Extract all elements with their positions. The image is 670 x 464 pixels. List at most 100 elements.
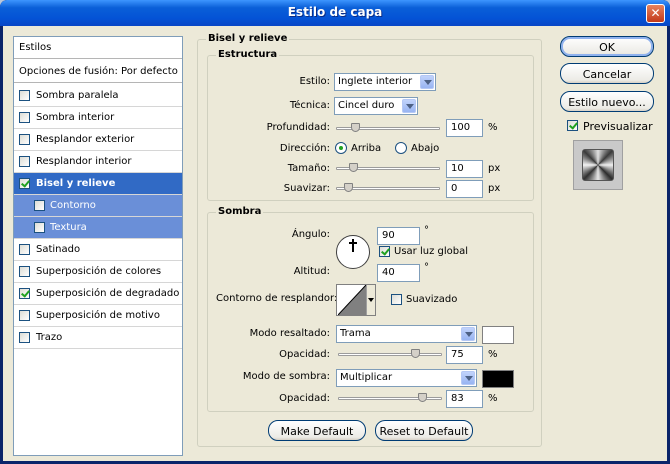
depth-label: Profundidad: bbox=[266, 122, 330, 133]
title-bar[interactable]: Estilo de capa ✕ bbox=[0, 0, 670, 26]
style-item-label: Satinado bbox=[36, 244, 81, 255]
size-unit: px bbox=[488, 163, 501, 174]
style-item[interactable]: Superposición de colores bbox=[14, 261, 182, 283]
style-item-checkbox[interactable] bbox=[34, 222, 45, 233]
style-item-checkbox[interactable] bbox=[19, 112, 30, 123]
style-item[interactable]: Contorno bbox=[14, 195, 182, 217]
chevron-down-icon bbox=[461, 371, 475, 385]
shadow-opacity-label: Opacidad: bbox=[279, 393, 330, 404]
angle-needle bbox=[352, 239, 354, 252]
style-item[interactable]: Sombra interior bbox=[14, 107, 182, 129]
soften-label: Suavizar: bbox=[283, 183, 330, 194]
contour-curve-icon bbox=[338, 285, 366, 315]
soften-input[interactable]: 0 bbox=[446, 180, 483, 198]
direction-down-radio[interactable] bbox=[395, 142, 407, 154]
chevron-down-icon bbox=[461, 327, 475, 341]
slider-thumb[interactable] bbox=[349, 163, 358, 172]
style-item[interactable]: Trazo bbox=[14, 327, 182, 349]
shadow-opacity-unit: % bbox=[488, 393, 498, 404]
global-light-label[interactable]: Usar luz global bbox=[394, 246, 468, 257]
slider-thumb[interactable] bbox=[411, 349, 420, 358]
gloss-contour-picker[interactable] bbox=[336, 284, 376, 316]
highlight-opacity-input[interactable]: 75 bbox=[446, 346, 483, 364]
shadow-opacity-slider[interactable] bbox=[338, 393, 442, 403]
style-item-label: Superposición de degradado bbox=[36, 288, 180, 299]
window-title: Estilo de capa bbox=[287, 5, 383, 19]
preview-checkbox[interactable] bbox=[567, 120, 578, 131]
style-item[interactable]: Resplandor interior bbox=[14, 151, 182, 173]
style-item-checkbox[interactable] bbox=[19, 244, 30, 255]
blending-options-item[interactable]: Opciones de fusión: Por defecto bbox=[14, 61, 182, 83]
new-style-button[interactable]: Estilo nuevo... bbox=[560, 91, 654, 112]
cancel-button[interactable]: Cancelar bbox=[560, 63, 654, 84]
style-item-label: Contorno bbox=[50, 200, 96, 211]
style-item[interactable]: Textura bbox=[14, 217, 182, 239]
altitude-input[interactable]: 40 bbox=[377, 264, 420, 282]
direction-up-label[interactable]: Arriba bbox=[351, 143, 381, 154]
size-input[interactable]: 10 bbox=[446, 160, 483, 178]
style-item-checkbox[interactable] bbox=[19, 156, 30, 167]
preview-label[interactable]: Previsualizar bbox=[583, 120, 653, 133]
style-item[interactable]: Resplandor exterior bbox=[14, 129, 182, 151]
soften-slider[interactable] bbox=[336, 183, 440, 193]
style-item[interactable]: Bisel y relieve bbox=[14, 173, 182, 195]
style-item-checkbox[interactable] bbox=[19, 332, 30, 343]
highlight-mode-label: Modo resaltado: bbox=[249, 328, 330, 339]
style-item[interactable]: Superposición de degradado bbox=[14, 283, 182, 305]
slider-thumb[interactable] bbox=[344, 183, 353, 192]
altitude-unit: ° bbox=[424, 262, 429, 273]
close-button[interactable]: ✕ bbox=[646, 4, 665, 23]
style-item[interactable]: Superposición de motivo bbox=[14, 305, 182, 327]
slider-thumb[interactable] bbox=[351, 123, 360, 132]
slider-track bbox=[338, 353, 442, 356]
antialias-label[interactable]: Suavizado bbox=[406, 294, 457, 305]
make-default-button[interactable]: Make Default bbox=[268, 420, 366, 441]
shadow-mode-label: Modo de sombra: bbox=[242, 371, 330, 382]
slider-thumb[interactable] bbox=[418, 393, 427, 402]
style-item-checkbox[interactable] bbox=[19, 310, 30, 321]
highlight-color-swatch[interactable] bbox=[482, 326, 514, 344]
angle-input[interactable]: 90 bbox=[377, 227, 420, 245]
angle-dial[interactable] bbox=[336, 235, 370, 269]
size-slider[interactable] bbox=[336, 163, 440, 173]
depth-input[interactable]: 100 bbox=[446, 119, 483, 137]
shadow-mode-dropdown[interactable]: Multiplicar bbox=[336, 369, 477, 387]
highlight-mode-dropdown[interactable]: Trama bbox=[336, 325, 477, 343]
antialias-checkbox[interactable] bbox=[391, 294, 402, 305]
style-item-label: Resplandor interior bbox=[36, 156, 132, 167]
style-item[interactable]: Sombra paralela bbox=[14, 85, 182, 107]
style-item-checkbox[interactable] bbox=[19, 178, 30, 189]
reset-default-button[interactable]: Reset to Default bbox=[375, 420, 473, 441]
technique-value: Cincel duro bbox=[338, 100, 395, 111]
style-item-label: Superposición de colores bbox=[36, 266, 162, 277]
technique-dropdown[interactable]: Cincel duro bbox=[334, 97, 418, 115]
crosshair-icon bbox=[349, 242, 357, 244]
style-item-label: Sombra interior bbox=[36, 112, 115, 123]
shadow-mode-value: Multiplicar bbox=[340, 372, 393, 383]
styles-list-header[interactable]: Estilos bbox=[14, 37, 182, 59]
shadow-opacity-input[interactable]: 83 bbox=[446, 390, 483, 408]
altitude-label: Altitud: bbox=[293, 266, 330, 277]
style-item-checkbox[interactable] bbox=[19, 134, 30, 145]
style-dropdown[interactable]: Inglete interior bbox=[334, 73, 436, 91]
highlight-opacity-label: Opacidad: bbox=[279, 349, 330, 360]
global-light-checkbox[interactable] bbox=[379, 246, 390, 257]
direction-down-label[interactable]: Abajo bbox=[411, 143, 439, 154]
highlight-opacity-slider[interactable] bbox=[338, 349, 442, 359]
shadow-color-swatch[interactable] bbox=[482, 370, 514, 388]
style-item-checkbox[interactable] bbox=[34, 200, 45, 211]
contour-dropdown-arrow[interactable] bbox=[366, 285, 375, 315]
depth-slider[interactable] bbox=[336, 123, 440, 133]
bevel-emboss-panel: Bisel y relieve Estructura Estilo: Ingle… bbox=[197, 33, 542, 447]
chevron-down-icon bbox=[368, 298, 374, 302]
style-item-label: Textura bbox=[50, 222, 87, 233]
style-item-checkbox[interactable] bbox=[19, 288, 30, 299]
style-item-checkbox[interactable] bbox=[19, 90, 30, 101]
dialog-body: Estilos Opciones de fusión: Por defecto … bbox=[3, 26, 667, 461]
soften-unit: px bbox=[488, 183, 501, 194]
ok-button[interactable]: OK bbox=[560, 36, 654, 57]
direction-up-radio[interactable] bbox=[335, 142, 347, 154]
panel-title: Bisel y relieve bbox=[206, 33, 290, 44]
style-item-checkbox[interactable] bbox=[19, 266, 30, 277]
style-item[interactable]: Satinado bbox=[14, 239, 182, 261]
